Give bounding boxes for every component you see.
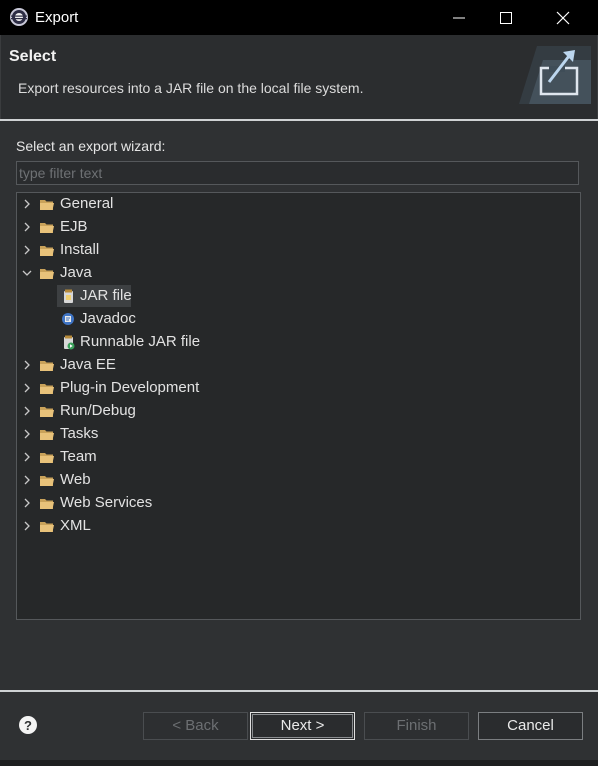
- folder-icon: [40, 223, 54, 233]
- chevron-down-icon[interactable]: [21, 267, 33, 279]
- tree-item-label: Plug-in Development: [60, 379, 200, 396]
- folder-icon: [40, 430, 54, 440]
- folder-icon: [40, 499, 54, 509]
- wizard-header: Select Export resources into a JAR file …: [0, 35, 598, 119]
- chevron-right-icon[interactable]: [21, 359, 33, 371]
- chevron-right-icon[interactable]: [21, 244, 33, 256]
- tree-item-tasks[interactable]: Tasks: [17, 423, 580, 445]
- tree-item-runnable-jar-file[interactable]: Runnable JAR file: [17, 331, 580, 353]
- next-button[interactable]: Next >: [250, 712, 355, 740]
- tree-item-label: JAR file: [80, 287, 132, 304]
- folder-icon: [40, 476, 54, 486]
- window-bottom-edge: [0, 760, 598, 766]
- chevron-right-icon[interactable]: [21, 451, 33, 463]
- jar-file-icon: [64, 289, 73, 303]
- help-icon[interactable]: ?: [18, 715, 38, 735]
- wizard-tree[interactable]: General EJB Install Java JAR file Javadoc Runn…: [16, 192, 581, 620]
- tree-item-plug-in-development[interactable]: Plug-in Development: [17, 377, 580, 399]
- folder-icon: [40, 361, 54, 371]
- page-description: Export resources into a JAR file on the …: [18, 80, 364, 96]
- tree-item-javadoc[interactable]: Javadoc: [17, 308, 580, 330]
- filter-input[interactable]: [16, 161, 579, 185]
- javadoc-icon: [62, 313, 74, 325]
- tree-item-label: Web Services: [60, 494, 153, 511]
- folder-icon: [40, 384, 54, 394]
- tree-item-label: Java: [60, 264, 92, 281]
- select-wizard-label: Select an export wizard:: [16, 138, 166, 154]
- folder-icon: [40, 407, 54, 417]
- tree-item-label: Tasks: [60, 425, 99, 442]
- chevron-right-icon[interactable]: [21, 405, 33, 417]
- wizard-content: Select an export wizard: General EJB Insta…: [0, 121, 598, 691]
- chevron-right-icon[interactable]: [21, 382, 33, 394]
- folder-icon: [40, 200, 54, 210]
- folder-icon: [40, 269, 54, 279]
- chevron-right-icon[interactable]: [21, 428, 33, 440]
- tree-item-label: General: [60, 195, 114, 212]
- tree-item-ejb[interactable]: EJB: [17, 216, 580, 238]
- eclipse-app-icon: [10, 8, 28, 26]
- tree-item-web-services[interactable]: Web Services: [17, 492, 580, 514]
- tree-item-label: Web: [60, 471, 91, 488]
- tree-item-label: EJB: [60, 218, 88, 235]
- tree-item-label: Run/Debug: [60, 402, 136, 419]
- close-button[interactable]: [540, 0, 586, 35]
- window-title: Export: [35, 9, 79, 26]
- tree-item-label: Install: [60, 241, 100, 258]
- tree-item-java[interactable]: Java: [17, 262, 580, 284]
- tree-item-label: XML: [60, 517, 91, 534]
- minimize-button[interactable]: [436, 0, 482, 35]
- tree-item-label: Java EE: [60, 356, 116, 373]
- runnable-jar-icon: [64, 335, 75, 350]
- tree-item-general[interactable]: General: [17, 193, 580, 215]
- title-bar: Export: [0, 0, 598, 35]
- page-title: Select: [9, 48, 57, 65]
- finish-button[interactable]: Finish: [364, 712, 469, 740]
- chevron-right-icon[interactable]: [21, 520, 33, 532]
- tree-item-run-debug[interactable]: Run/Debug: [17, 400, 580, 422]
- back-button[interactable]: < Back: [143, 712, 248, 740]
- folder-icon: [40, 453, 54, 463]
- tree-item-label: Javadoc: [80, 310, 136, 327]
- tree-item-label: Runnable JAR file: [80, 333, 201, 350]
- chevron-right-icon[interactable]: [21, 221, 33, 233]
- folder-icon: [40, 246, 54, 256]
- tree-item-jar-file[interactable]: JAR file: [17, 285, 580, 307]
- export-wizard-banner-icon: [519, 46, 591, 104]
- chevron-right-icon[interactable]: [21, 497, 33, 509]
- button-bar: ? < Back Next > Finish Cancel: [0, 692, 598, 766]
- close-icon: [556, 11, 570, 25]
- svg-text:?: ?: [24, 718, 32, 733]
- folder-icon: [40, 522, 54, 532]
- tree-item-xml[interactable]: XML: [17, 515, 580, 537]
- tree-item-team[interactable]: Team: [17, 446, 580, 468]
- chevron-right-icon[interactable]: [21, 198, 33, 210]
- maximize-icon: [500, 12, 512, 24]
- tree-item-install[interactable]: Install: [17, 239, 580, 261]
- tree-item-label: Team: [60, 448, 97, 465]
- tree-item-java-ee[interactable]: Java EE: [17, 354, 580, 376]
- maximize-button[interactable]: [483, 0, 529, 35]
- chevron-right-icon[interactable]: [21, 474, 33, 486]
- minimize-icon: [453, 17, 465, 19]
- tree-item-web[interactable]: Web: [17, 469, 580, 491]
- cancel-button[interactable]: Cancel: [478, 712, 583, 740]
